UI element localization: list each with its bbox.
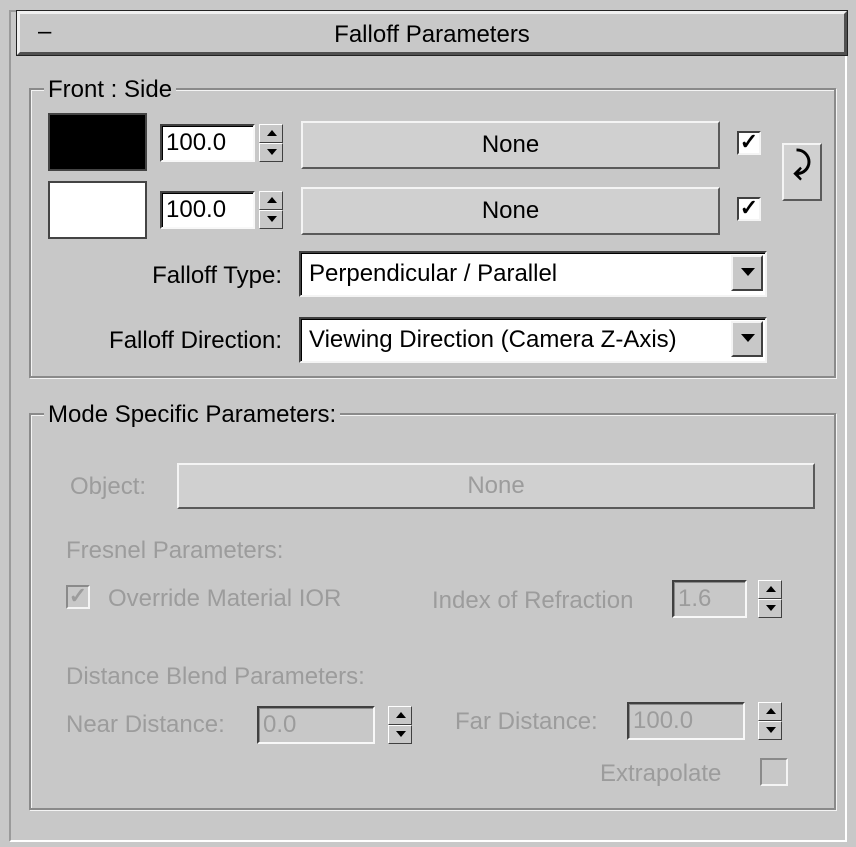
arrow-down-icon — [766, 727, 776, 733]
chevron-down-icon — [741, 268, 755, 276]
spinner-up-button[interactable] — [259, 191, 283, 210]
rollout-title: Falloff Parameters — [334, 21, 530, 48]
spinner-down-button[interactable] — [758, 721, 782, 740]
arrow-down-icon — [766, 605, 776, 611]
spinner-down-button[interactable] — [259, 210, 283, 229]
front-color-swatch[interactable] — [48, 113, 147, 171]
far-distance-label: Far Distance: — [455, 708, 598, 735]
falloff-direction-dropdown[interactable]: Viewing Direction (Camera Z-Axis) — [299, 317, 767, 363]
front-amount-spinner[interactable] — [259, 124, 283, 162]
falloff-type-dropdown[interactable]: Perpendicular / Parallel — [299, 251, 767, 297]
spinner-down-button[interactable] — [388, 725, 412, 744]
ior-field[interactable]: 1.6 — [672, 580, 747, 618]
mode-specific-group-label: Mode Specific Parameters: — [44, 401, 341, 429]
arrow-down-icon — [396, 731, 406, 737]
arrow-up-icon — [267, 130, 277, 136]
fresnel-heading: Fresnel Parameters: — [66, 537, 284, 564]
falloff-type-label: Falloff Type: — [152, 262, 282, 289]
front-side-group-label: Front : Side — [44, 76, 177, 104]
falloff-direction-value: Viewing Direction (Camera Z-Axis) — [309, 326, 677, 353]
near-distance-spinner[interactable] — [388, 706, 412, 744]
override-ior-checkbox[interactable]: ✓ — [66, 585, 90, 609]
spinner-up-button[interactable] — [758, 580, 782, 599]
side-map-checkbox[interactable]: ✓ — [737, 197, 761, 221]
chevron-down-icon — [741, 334, 755, 342]
side-map-button[interactable]: None — [301, 187, 720, 235]
arrow-down-icon — [267, 216, 277, 222]
spinner-down-button[interactable] — [259, 143, 283, 162]
rollout-header[interactable]: – Falloff Parameters — [17, 11, 847, 55]
front-map-checkbox[interactable]: ✓ — [737, 131, 761, 155]
front-map-button[interactable]: None — [301, 121, 720, 169]
arrow-down-icon — [267, 149, 277, 155]
ior-spinner[interactable] — [758, 580, 782, 618]
far-distance-spinner[interactable] — [758, 702, 782, 740]
falloff-direction-label: Falloff Direction: — [109, 327, 282, 354]
extrapolate-checkbox[interactable] — [760, 758, 788, 786]
arrow-up-icon — [267, 197, 277, 203]
override-ior-label: Override Material IOR — [108, 585, 342, 612]
spinner-up-button[interactable] — [388, 706, 412, 725]
spinner-up-button[interactable] — [758, 702, 782, 721]
object-label: Object: — [70, 473, 147, 500]
spinner-up-button[interactable] — [259, 124, 283, 143]
side-amount-spinner[interactable] — [259, 191, 283, 229]
arrow-up-icon — [766, 586, 776, 592]
ior-label: Index of Refraction — [432, 587, 634, 614]
spinner-down-button[interactable] — [758, 599, 782, 618]
object-pick-button[interactable]: None — [177, 463, 815, 509]
dropdown-arrow-button[interactable] — [731, 255, 763, 291]
near-distance-label: Near Distance: — [66, 711, 225, 738]
front-amount-field[interactable]: 100.0 — [160, 124, 255, 162]
extrapolate-label: Extrapolate — [600, 760, 722, 787]
swap-arrow-icon: ⤸ — [793, 147, 811, 180]
near-distance-field[interactable]: 0.0 — [257, 706, 375, 744]
side-color-swatch[interactable] — [48, 181, 147, 239]
side-amount-field[interactable]: 100.0 — [160, 191, 255, 229]
distance-heading: Distance Blend Parameters: — [66, 663, 365, 690]
falloff-type-value: Perpendicular / Parallel — [309, 260, 558, 287]
arrow-up-icon — [396, 712, 406, 718]
dropdown-arrow-button[interactable] — [731, 321, 763, 357]
far-distance-field[interactable]: 100.0 — [627, 702, 745, 740]
swap-colors-button[interactable]: ⤸ — [782, 143, 822, 201]
arrow-up-icon — [766, 708, 776, 714]
